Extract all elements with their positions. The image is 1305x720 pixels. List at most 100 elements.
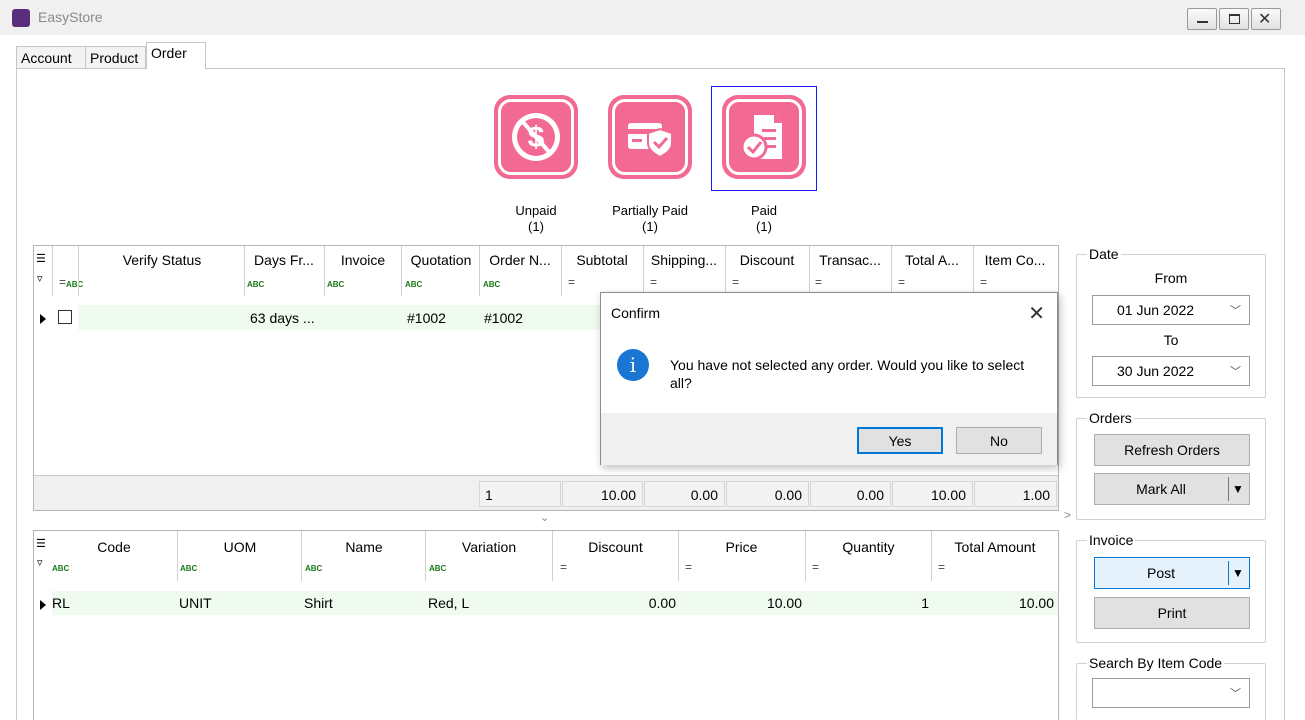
numeric-filter-icon[interactable]: = — [898, 275, 905, 289]
text-filter-icon[interactable]: ABC — [247, 280, 264, 289]
col-verify-status[interactable]: Verify Status — [80, 252, 244, 268]
post-button[interactable]: Post — [1094, 557, 1250, 589]
status-paid-label: Paid — [750, 203, 778, 218]
footer-discount: 0.00 — [726, 481, 809, 507]
row-indicator-icon — [40, 312, 46, 327]
unpaid-dollar-icon[interactable]: $ — [494, 95, 578, 179]
text-filter-icon[interactable]: ABC — [327, 280, 344, 289]
close-icon[interactable]: ✕ — [1028, 301, 1045, 326]
cell-quotation: #1002 — [407, 310, 446, 326]
col-quotation[interactable]: Quotation — [402, 252, 480, 268]
app-logo-icon — [12, 9, 30, 27]
text-filter-icon[interactable]: ABC — [66, 280, 83, 289]
text-filter-icon[interactable]: ABC — [305, 564, 322, 573]
search-group-title: Search By Item Code — [1087, 655, 1225, 671]
col-price[interactable]: Price — [679, 539, 804, 555]
numeric-filter-icon[interactable]: = — [685, 560, 692, 574]
refresh-orders-button[interactable]: Refresh Orders — [1094, 434, 1250, 466]
text-filter-icon[interactable]: ABC — [180, 564, 197, 573]
close-window-button[interactable]: ✕ — [1251, 8, 1281, 30]
partial-payment-card-icon[interactable] — [608, 95, 692, 179]
tab-account[interactable]: Account — [16, 46, 86, 68]
status-partially-paid-count: (1) — [642, 219, 658, 234]
filter-icon[interactable]: ▿ — [37, 556, 43, 569]
date-from-picker[interactable]: 01 Jun 2022 ﹀ — [1092, 295, 1250, 325]
numeric-filter-icon[interactable]: = — [980, 275, 987, 289]
tab-order[interactable]: Order — [146, 42, 206, 69]
numeric-filter-icon[interactable]: = — [568, 275, 575, 289]
status-paid[interactable]: Paid (1) — [722, 203, 806, 235]
date-to-value: 30 Jun 2022 — [1117, 363, 1195, 379]
panel-chevron-right-icon[interactable]: > — [1064, 508, 1071, 522]
col-item-discount[interactable]: Discount — [553, 539, 678, 555]
chevron-down-icon[interactable]: ﹀ — [1230, 363, 1241, 379]
numeric-filter-icon[interactable]: = — [650, 275, 657, 289]
col-variation[interactable]: Variation — [426, 539, 552, 555]
dialog-footer: Yes No — [601, 413, 1057, 465]
col-name[interactable]: Name — [302, 539, 426, 555]
numeric-filter-icon[interactable]: = — [560, 560, 567, 574]
post-dropdown-icon[interactable]: ▼ — [1232, 566, 1244, 580]
cell-name: Shirt — [304, 595, 333, 611]
dialog-message: You have not selected any order. Would y… — [670, 357, 1025, 391]
print-button[interactable]: Print — [1094, 597, 1250, 629]
status-partially-paid-label: Partially Paid — [612, 203, 688, 218]
text-filter-icon[interactable]: ABC — [52, 564, 69, 573]
col-invoice[interactable]: Invoice — [325, 252, 401, 268]
numeric-filter-icon[interactable]: = — [938, 560, 945, 574]
cell-days-from: 63 days ... — [250, 310, 315, 326]
cell-uom: UNIT — [179, 595, 212, 611]
tab-product[interactable]: Product — [85, 46, 146, 68]
col-discount[interactable]: Discount — [726, 252, 808, 268]
column-chooser-icon[interactable]: ☰ — [36, 252, 46, 265]
row-select-checkbox[interactable] — [58, 310, 72, 324]
chevron-down-icon[interactable]: ﹀ — [1230, 302, 1241, 318]
search-item-code-combo[interactable]: ﹀ — [1092, 678, 1250, 708]
cell-price: 10.00 — [766, 595, 802, 611]
date-to-label: To — [1163, 332, 1179, 348]
col-quantity[interactable]: Quantity — [806, 539, 931, 555]
col-transaction[interactable]: Transac... — [810, 252, 890, 268]
items-grid[interactable] — [33, 530, 1059, 720]
footer-transaction: 0.00 — [810, 481, 891, 507]
col-order-no[interactable]: Order N... — [480, 252, 560, 268]
col-days-from[interactable]: Days Fr... — [245, 252, 323, 268]
numeric-filter-icon[interactable]: = — [812, 560, 819, 574]
col-uom[interactable]: UOM — [178, 539, 302, 555]
numeric-filter-icon[interactable]: = — [815, 275, 822, 289]
yes-button[interactable]: Yes — [857, 427, 943, 454]
status-unpaid[interactable]: Unpaid (1) — [494, 203, 578, 235]
date-to-picker[interactable]: 30 Jun 2022 ﹀ — [1092, 356, 1250, 386]
text-filter-icon[interactable]: ABC — [483, 280, 500, 289]
orders-group-title: Orders — [1087, 410, 1134, 426]
maximize-button[interactable] — [1219, 8, 1249, 30]
filter-icon[interactable]: ▿ — [37, 272, 43, 285]
text-filter-icon[interactable]: ABC — [429, 564, 446, 573]
splitter-chevron-down-icon[interactable]: ⌄ — [540, 511, 549, 524]
info-icon: i — [617, 349, 649, 381]
col-item-count[interactable]: Item Co... — [974, 252, 1056, 268]
status-unpaid-count: (1) — [528, 219, 544, 234]
text-filter-icon[interactable]: ABC — [405, 280, 422, 289]
cell-variation: Red, L — [428, 595, 470, 611]
numeric-filter-icon[interactable]: = — [732, 275, 739, 289]
col-total-amount[interactable]: Total A... — [892, 252, 972, 268]
no-button[interactable]: No — [956, 427, 1042, 454]
invoice-group-title: Invoice — [1087, 532, 1136, 548]
cell-order-no: #1002 — [484, 310, 523, 326]
col-item-total-amount[interactable]: Total Amount — [932, 539, 1058, 555]
filter-operator-icon[interactable]: = — [59, 275, 66, 289]
footer-item-count: 1.00 — [974, 481, 1057, 507]
status-partially-paid[interactable]: Partially Paid (1) — [596, 203, 704, 235]
status-unpaid-label: Unpaid — [515, 203, 557, 218]
mark-all-button[interactable]: Mark All — [1094, 473, 1250, 505]
paid-invoice-icon[interactable] — [722, 95, 806, 179]
col-code[interactable]: Code — [52, 539, 176, 555]
col-shipping[interactable]: Shipping... — [644, 252, 724, 268]
col-subtotal[interactable]: Subtotal — [562, 252, 642, 268]
mark-all-dropdown-icon[interactable]: ▼ — [1232, 482, 1244, 496]
post-label: Post — [1146, 565, 1175, 581]
minimize-button[interactable] — [1187, 8, 1217, 30]
column-chooser-icon[interactable]: ☰ — [36, 537, 46, 550]
chevron-down-icon[interactable]: ﹀ — [1230, 685, 1241, 701]
